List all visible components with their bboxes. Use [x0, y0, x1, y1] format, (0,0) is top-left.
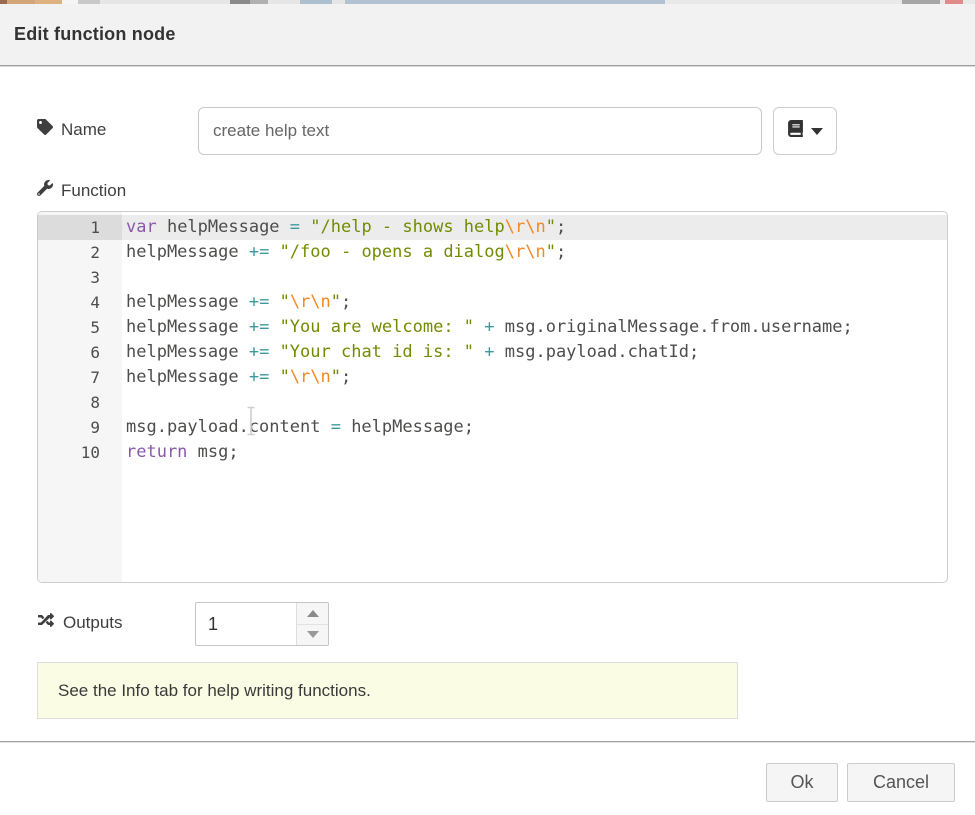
cancel-button[interactable]: Cancel	[847, 763, 955, 802]
code-token: helpMessage	[126, 367, 249, 387]
code-token: +=	[249, 317, 269, 337]
name-field-label: Name	[61, 120, 106, 140]
outputs-spinner	[195, 602, 329, 646]
code-line[interactable]: helpMessage += "\r\n";	[122, 365, 947, 390]
tag-icon	[37, 119, 53, 140]
spinner-down-icon	[307, 631, 319, 638]
code-token: "	[280, 292, 290, 312]
code-token: var	[126, 217, 157, 237]
function-code-editor[interactable]: 12345678910 var helpMessage = "/help - s…	[37, 211, 948, 583]
code-line[interactable]: helpMessage += "Your chat id is: " + msg…	[122, 340, 947, 365]
caret-down-icon	[811, 128, 823, 135]
code-token: "/foo - opens a dialog	[280, 242, 505, 262]
outputs-field-label: Outputs	[63, 613, 123, 633]
code-token: "	[331, 367, 341, 387]
code-token: "	[331, 292, 341, 312]
code-token: return	[126, 442, 187, 462]
screen: Edit function node Name Function 1234567…	[0, 0, 975, 815]
code-token: =	[290, 217, 300, 237]
code-token: msg.payload.content	[126, 417, 331, 437]
code-token: "	[546, 217, 556, 237]
function-section-label: Function	[61, 181, 126, 201]
dialog-header: Edit function node	[0, 4, 975, 66]
line-number[interactable]: 1	[38, 215, 122, 240]
code-token: \r\n	[505, 217, 546, 237]
code-token	[474, 317, 484, 337]
code-token: "Your chat id is: "	[280, 342, 474, 362]
name-field-label-group: Name	[37, 119, 106, 140]
line-number[interactable]: 4	[38, 290, 122, 315]
line-number[interactable]: 7	[38, 365, 122, 390]
code-token: ;	[341, 292, 351, 312]
code-token	[474, 342, 484, 362]
code-line[interactable]: return msg;	[122, 440, 947, 465]
code-token: \r\n	[290, 367, 331, 387]
code-token	[269, 292, 279, 312]
code-token: \r\n	[505, 242, 546, 262]
code-token: +=	[249, 367, 269, 387]
function-section-label-group: Function	[37, 180, 126, 201]
code-token	[269, 242, 279, 262]
line-number[interactable]: 8	[38, 390, 122, 415]
code-token: msg;	[187, 442, 238, 462]
dialog-title: Edit function node	[0, 24, 176, 45]
code-token	[269, 367, 279, 387]
code-token: "/help - shows help	[310, 217, 504, 237]
line-number[interactable]: 10	[38, 440, 122, 465]
code-token	[300, 217, 310, 237]
ok-button[interactable]: Ok	[766, 763, 838, 802]
outputs-field-label-group: Outputs	[37, 612, 123, 633]
button-pane-separator	[0, 741, 975, 742]
wrench-icon	[37, 180, 53, 201]
line-number[interactable]: 3	[38, 265, 122, 290]
line-number[interactable]: 9	[38, 415, 122, 440]
code-line[interactable]: helpMessage += "/foo - opens a dialog\r\…	[122, 240, 947, 265]
line-number[interactable]: 6	[38, 340, 122, 365]
code-token: +	[484, 317, 494, 337]
code-token: +=	[249, 342, 269, 362]
code-line[interactable]	[122, 265, 947, 290]
code-token: helpMessage	[126, 342, 249, 362]
code-token: "	[546, 242, 556, 262]
code-token: \r\n	[290, 292, 331, 312]
spinner-up-icon	[307, 610, 319, 617]
spinner-up-button[interactable]	[297, 603, 328, 624]
code-token: helpMessage;	[341, 417, 474, 437]
ibeam-mouse-cursor	[246, 406, 256, 441]
code-token: "	[280, 367, 290, 387]
code-line[interactable]: var helpMessage = "/help - shows help\r\…	[122, 215, 947, 240]
spinner-buttons	[296, 603, 328, 645]
code-token: =	[331, 417, 341, 437]
code-token: ;	[556, 242, 566, 262]
code-token: msg.payload.chatId;	[495, 342, 700, 362]
outputs-input[interactable]	[196, 603, 296, 645]
book-icon	[787, 120, 804, 142]
code-token: +	[484, 342, 494, 362]
line-number[interactable]: 2	[38, 240, 122, 265]
code-token: helpMessage	[126, 317, 249, 337]
code-line[interactable]: helpMessage += "You are welcome: " + msg…	[122, 315, 947, 340]
spinner-down-button[interactable]	[297, 624, 328, 646]
code-token: ;	[341, 367, 351, 387]
editor-gutter[interactable]: 12345678910	[38, 212, 122, 582]
line-number[interactable]: 5	[38, 315, 122, 340]
shuffle-icon	[37, 612, 55, 633]
code-token: ;	[556, 217, 566, 237]
code-token: helpMessage	[157, 217, 290, 237]
code-token: +=	[249, 292, 269, 312]
code-token: helpMessage	[126, 242, 249, 262]
code-token	[269, 317, 279, 337]
code-token: +=	[249, 242, 269, 262]
code-token: msg.originalMessage.from.username;	[495, 317, 853, 337]
code-token: "You are welcome: "	[280, 317, 474, 337]
form-tip-text: See the Info tab for help writing functi…	[58, 681, 371, 701]
code-token	[269, 342, 279, 362]
library-dropdown-button[interactable]	[773, 107, 837, 155]
name-input[interactable]	[198, 107, 762, 155]
code-line[interactable]: helpMessage += "\r\n";	[122, 290, 947, 315]
code-token: helpMessage	[126, 292, 249, 312]
form-tip-box: See the Info tab for help writing functi…	[37, 662, 738, 719]
